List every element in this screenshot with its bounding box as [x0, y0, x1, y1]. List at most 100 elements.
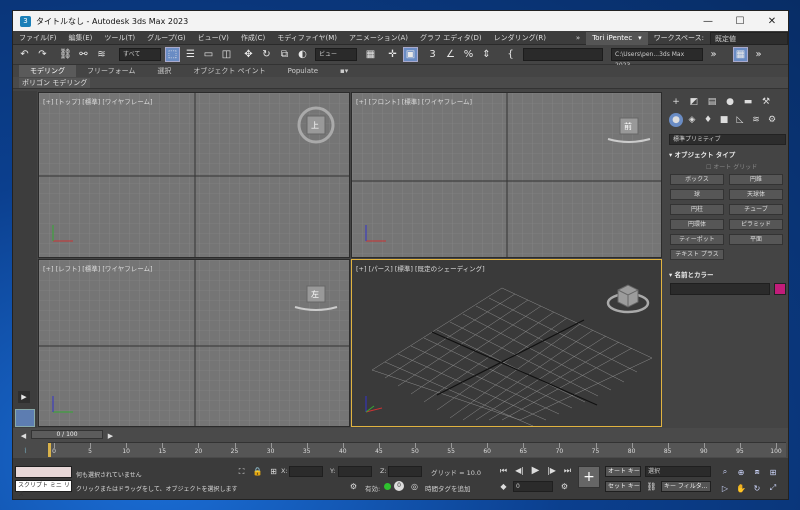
previous-key-icon[interactable]: ◀| [513, 464, 526, 477]
menu-tools[interactable]: ツール(T) [98, 33, 141, 43]
go-to-end-icon[interactable]: ⏭ [561, 464, 574, 477]
menu-view[interactable]: ビュー(V) [192, 33, 235, 43]
cylinder-button[interactable]: 円柱 [670, 204, 724, 215]
zoom-extents-all-icon[interactable]: ⊞ [767, 466, 779, 478]
viewport-layouts-icon[interactable] [15, 409, 35, 427]
redo-icon[interactable]: ↷ [35, 47, 50, 62]
viewport-top[interactable]: 上 [+] [トップ] [標準] [ワイヤフレーム] [38, 92, 350, 258]
viewport-perspective-label[interactable]: [+] [パース] [標準] [既定のシェーディング] [356, 263, 485, 273]
time-configuration-icon[interactable]: ⚙ [558, 480, 571, 493]
ribbon-tab-modeling[interactable]: モデリング [19, 65, 76, 77]
primitive-category-dropdown[interactable]: 標準プリミティブ [669, 134, 786, 145]
teapot-button[interactable]: ティーポット [670, 234, 724, 245]
adaptive-degradation-icon[interactable]: ⚙ [347, 480, 360, 493]
current-frame-input[interactable]: 0 [513, 481, 553, 492]
select-and-manipulate-icon[interactable]: ✛ [385, 47, 400, 62]
object-name-input[interactable] [670, 283, 770, 295]
close-button[interactable]: ✕ [756, 11, 788, 31]
window-crossing-icon[interactable]: ◫ [219, 47, 234, 62]
isolate-selection-icon[interactable]: ⛶ [235, 465, 248, 478]
prev-frame-arrow-icon[interactable]: ◀ [17, 429, 30, 442]
menu-modifiers[interactable]: モディファイヤ(M) [271, 33, 343, 43]
percent-snap-icon[interactable]: % [461, 47, 476, 62]
key-mode-toggle-icon[interactable]: ◆ [497, 480, 510, 493]
cameras-icon[interactable]: ■ [717, 113, 731, 127]
lock-selection-icon[interactable]: 🔒 [251, 465, 264, 478]
named-selection-sets-dropdown[interactable] [523, 48, 603, 61]
space-warps-icon[interactable]: ≋ [749, 113, 763, 127]
curve-editor-icon[interactable]: ⌇ [19, 444, 32, 457]
rectangular-selection-icon[interactable]: ▭ [201, 47, 216, 62]
menu-file[interactable]: ファイル(F) [13, 33, 63, 43]
torus-button[interactable]: 円環体 [670, 219, 724, 230]
snaps-toggle-icon[interactable]: 3 [425, 47, 440, 62]
viewport-left[interactable]: 左 [+] [レフト] [標準] [ワイヤフレーム] [38, 259, 350, 427]
menu-rendering[interactable]: レンダリング(R) [488, 33, 552, 43]
rotate-icon[interactable]: ↻ [259, 47, 274, 62]
pyramid-button[interactable]: ピラミッド [729, 219, 783, 230]
menu-create[interactable]: 作成(C) [235, 33, 271, 43]
toolbar-more-icon[interactable]: » [751, 47, 766, 62]
spinner-snap-icon[interactable]: ⇕ [479, 47, 494, 62]
viewport-top-label[interactable]: [+] [トップ] [標準] [ワイヤフレーム] [43, 96, 153, 106]
hierarchy-tab-icon[interactable]: ▤ [705, 95, 719, 109]
maxscript-listener-pink[interactable] [15, 466, 72, 478]
key-filters-button[interactable]: キー フィルタ... [661, 481, 711, 492]
shapes-icon[interactable]: ◈ [685, 113, 699, 127]
absolute-mode-transform-icon[interactable]: ⊞ [267, 465, 280, 478]
display-tab-icon[interactable]: ▬ [741, 95, 755, 109]
tube-button[interactable]: チューブ [729, 204, 783, 215]
next-key-icon[interactable]: |▶ [545, 464, 558, 477]
select-by-name-icon[interactable]: ☰ [183, 47, 198, 62]
user-account[interactable]: Tori iPentec ▾ [586, 31, 648, 45]
menu-edit[interactable]: 編集(E) [63, 33, 99, 43]
menu-group[interactable]: グループ(G) [141, 33, 191, 43]
add-time-tag-label[interactable]: 時間タグを追加 [425, 483, 471, 493]
cone-button[interactable]: 円錐 [729, 174, 783, 185]
motion-tab-icon[interactable]: ● [723, 95, 737, 109]
geosphere-button[interactable]: 天球体 [729, 189, 783, 200]
link-icon[interactable]: ⛓ [58, 47, 73, 62]
x-coordinate-input[interactable] [289, 466, 323, 477]
auto-key-button[interactable]: オート キー [605, 466, 641, 477]
enabled-indicator-icon[interactable] [384, 483, 391, 490]
pan-view-icon[interactable]: ✋ [735, 482, 747, 494]
ribbon-tab-selection[interactable]: 選択 [146, 65, 182, 77]
object-color-swatch[interactable] [774, 283, 786, 295]
menu-animation[interactable]: アニメーション(A) [343, 33, 414, 43]
play-icon[interactable]: ▶ [18, 391, 30, 403]
y-coordinate-input[interactable] [338, 466, 372, 477]
box-button[interactable]: ボックス [670, 174, 724, 185]
undo-icon[interactable]: ↶ [17, 47, 32, 62]
orbit-icon[interactable]: ↻ [751, 482, 763, 494]
project-path-dropdown[interactable]: C:\Users\pen...3ds Max 2023 [611, 48, 703, 69]
named-selection-icon[interactable]: { [503, 47, 518, 62]
plane-button[interactable]: 平面 [729, 234, 783, 245]
modify-tab-icon[interactable]: ◩ [687, 95, 701, 109]
key-filters-icon[interactable]: ⛓ [645, 480, 658, 493]
sphere-button[interactable]: 球 [670, 189, 724, 200]
minimize-button[interactable]: — [692, 11, 724, 31]
viewport-front-label[interactable]: [+] [フロント] [標準] [ワイヤフレーム] [356, 96, 472, 106]
lights-icon[interactable]: ♦ [701, 113, 715, 127]
name-color-rollout-header[interactable]: ▾ 名前とカラー [669, 270, 786, 280]
set-key-button[interactable]: セット キー [605, 481, 641, 492]
next-frame-arrow-icon[interactable]: ▶ [104, 429, 117, 442]
zoom-icon[interactable]: ⌕ [719, 466, 731, 478]
time-tag-icon[interactable]: 0 [394, 481, 404, 491]
keyboard-shortcut-override-icon[interactable]: ▣ [403, 47, 418, 62]
add-time-tag-icon[interactable]: ◎ [408, 480, 421, 493]
move-icon[interactable]: ✥ [241, 47, 256, 62]
viewcube-left-face[interactable]: 左 [311, 289, 319, 300]
zoom-extents-icon[interactable]: ⧈ [751, 466, 763, 478]
auto-grid-checkbox[interactable]: ☐ オート グリッド [706, 162, 757, 171]
time-slider[interactable]: 0 / 100 [31, 430, 103, 439]
unlink-icon[interactable]: ⚯ [76, 47, 91, 62]
chevron-right-icon[interactable]: » [706, 47, 721, 62]
go-to-start-icon[interactable]: ⏮ [497, 464, 510, 477]
polygon-modeling-panel[interactable]: ポリゴン モデリング [19, 78, 91, 88]
viewcube-front-face[interactable]: 前 [624, 121, 632, 132]
set-key-plus-button[interactable]: + [578, 466, 600, 488]
ribbon-tab-freeform[interactable]: フリーフォーム [76, 65, 146, 77]
maximize-viewport-icon[interactable]: ⤢ [767, 482, 779, 494]
